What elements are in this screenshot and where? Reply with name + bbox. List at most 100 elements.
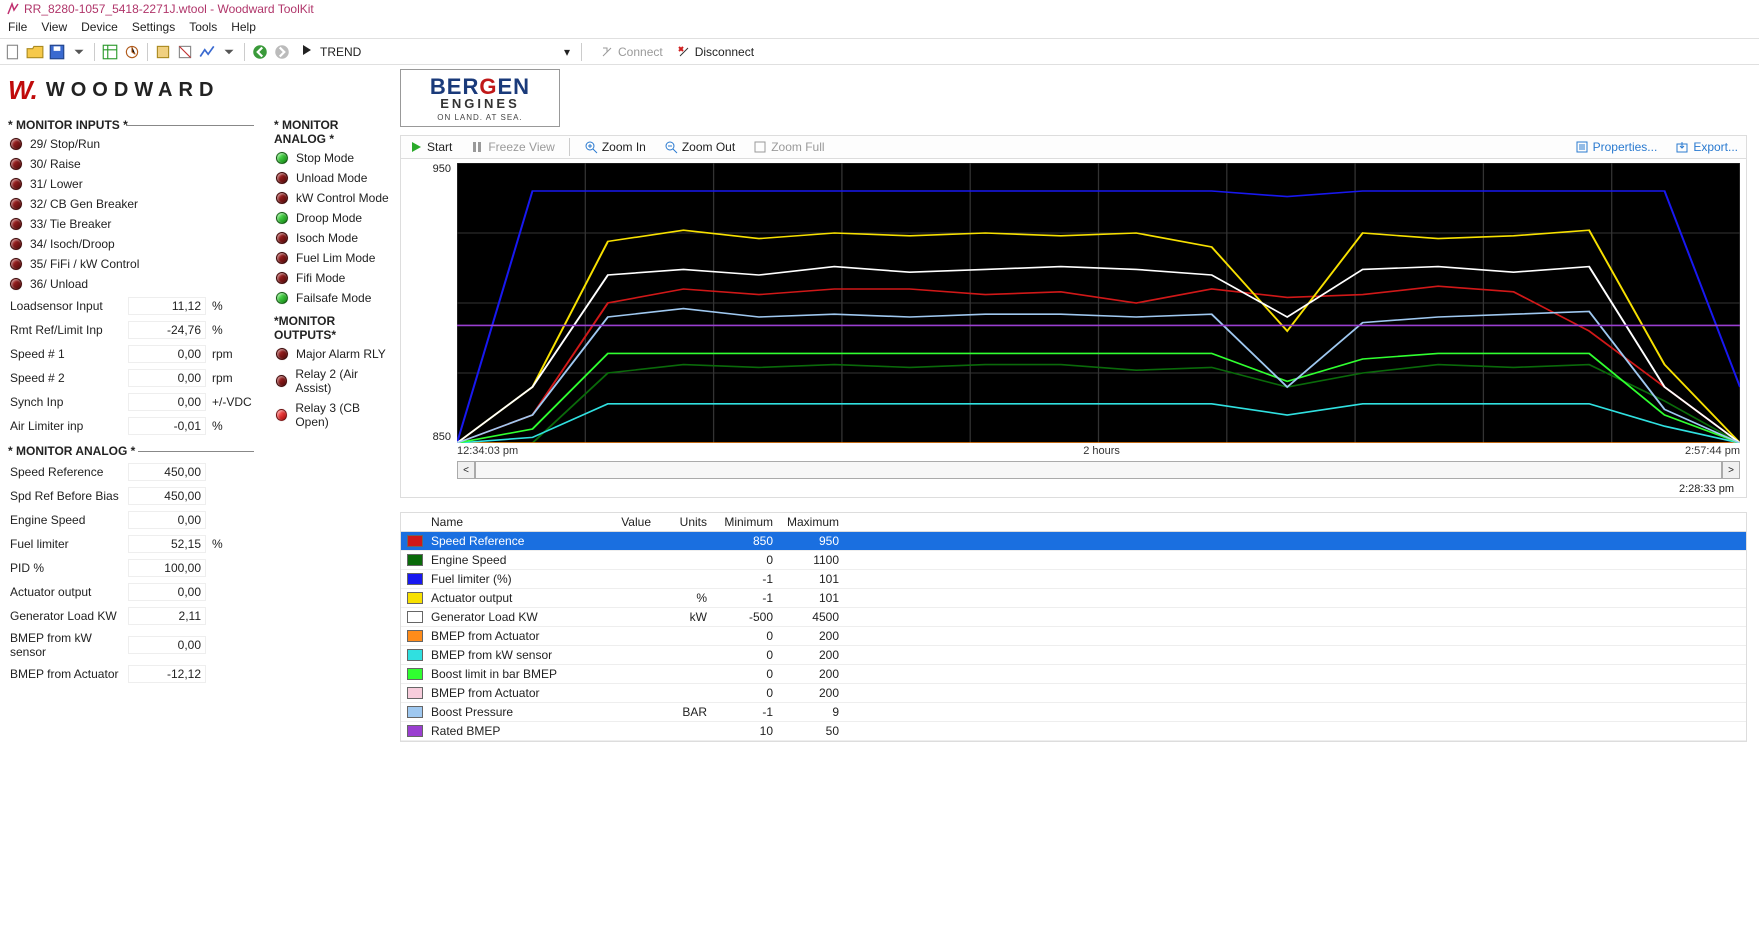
dropdown-icon: ▾ [564, 45, 570, 59]
menu-file[interactable]: File [8, 20, 27, 34]
legend-units [657, 653, 713, 657]
menu-view[interactable]: View [41, 20, 67, 34]
menu-settings[interactable]: Settings [132, 20, 175, 34]
monitor-input-label: 29/ Stop/Run [30, 137, 100, 151]
monitor-analog-status-label: Fifi Mode [296, 271, 345, 285]
legend-value [595, 653, 657, 657]
analog-value-row: Generator Load KW2,11 [8, 604, 254, 628]
tool-icon-6[interactable] [220, 43, 238, 61]
input-value-row: Speed # 20,00rpm [8, 366, 254, 390]
tool-icon-4[interactable] [176, 43, 194, 61]
col-min: Minimum [713, 513, 779, 531]
monitor-analog-status-label: kW Control Mode [296, 191, 389, 205]
legend-min: 0 [713, 646, 779, 664]
export-button[interactable]: Export... [1671, 138, 1742, 156]
legend-min: 850 [713, 532, 779, 550]
disconnect-label: Disconnect [695, 45, 754, 59]
input-value-row: Air Limiter inp-0,01% [8, 414, 254, 438]
legend-swatch [407, 706, 423, 718]
analog-value-label: Speed Reference [10, 465, 128, 479]
disconnect-icon [677, 45, 691, 59]
input-value-label: Synch Inp [10, 395, 128, 409]
legend-swatch [407, 535, 423, 547]
save-icon[interactable] [48, 43, 66, 61]
analog-value-value: 0,00 [128, 636, 206, 654]
chart-time-now: 2:28:33 pm [407, 483, 1740, 495]
legend-max: 200 [779, 646, 845, 664]
properties-button[interactable]: Properties... [1571, 138, 1662, 156]
tool-icon-2[interactable] [123, 43, 141, 61]
start-button[interactable]: Start [405, 138, 456, 156]
zoom-in-button[interactable]: Zoom In [580, 138, 650, 156]
status-led [276, 252, 288, 264]
zoom-full-button[interactable]: Zoom Full [749, 138, 828, 156]
new-icon[interactable] [4, 43, 22, 61]
monitor-analog-status-label: Stop Mode [296, 151, 354, 165]
chart-plot[interactable] [457, 163, 1740, 443]
input-value-unit: +/-VDC [212, 395, 252, 409]
legend-value [595, 558, 657, 562]
monitor-input-label: 36/ Unload [30, 277, 88, 291]
page-selector[interactable]: TREND ▾ [295, 41, 575, 62]
monitor-input-row: 31/ Lower [8, 174, 254, 194]
save-dropdown-icon[interactable] [70, 43, 88, 61]
monitor-analog-status-row: Stop Mode [274, 148, 392, 168]
input-value-label: Loadsensor Input [10, 299, 128, 313]
pause-icon [470, 140, 484, 154]
scroll-track[interactable] [475, 461, 1722, 479]
monitor-output-row: Major Alarm RLY [274, 344, 392, 364]
chart-panel: 950 850 12:34:03 pm 2 hours 2:57:44 pm < [400, 159, 1747, 498]
legend-row[interactable]: Generator Load KWkW-5004500 [401, 608, 1746, 627]
tool-icon-5[interactable] [198, 43, 216, 61]
window-title: RR_8280-1057_5418-2271J.wtool - Woodward… [24, 2, 314, 16]
legend-row[interactable]: Boost PressureBAR-19 [401, 703, 1746, 722]
monitor-output-label: Relay 2 (Air Assist) [295, 367, 390, 395]
legend-row[interactable]: Boost limit in bar BMEP0200 [401, 665, 1746, 684]
woodward-logo: W⁠. WOODWARD [8, 69, 392, 112]
zoom-out-button[interactable]: Zoom Out [660, 138, 739, 156]
connect-button[interactable]: Connect [596, 43, 667, 61]
scroll-left-button[interactable]: < [457, 461, 475, 479]
legend-row[interactable]: BMEP from Actuator0200 [401, 627, 1746, 646]
zoom-out-label: Zoom Out [682, 140, 735, 154]
legend-row[interactable]: Rated BMEP1050 [401, 722, 1746, 741]
legend-units: BAR [657, 703, 713, 721]
legend-row[interactable]: BMEP from kW sensor 0200 [401, 646, 1746, 665]
scroll-right-button[interactable]: > [1722, 461, 1740, 479]
legend-row[interactable]: BMEP from Actuator0200 [401, 684, 1746, 703]
disconnect-button[interactable]: Disconnect [673, 43, 758, 61]
analog-value-row: PID %100,00 [8, 556, 254, 580]
analog-value-value: 0,00 [128, 583, 206, 601]
legend-row[interactable]: Speed Reference850950 [401, 532, 1746, 551]
legend-value [595, 634, 657, 638]
back-icon[interactable] [251, 43, 269, 61]
legend-max: 200 [779, 665, 845, 683]
legend-row[interactable]: Fuel limiter (%)-1101 [401, 570, 1746, 589]
input-value-value: 0,00 [128, 345, 206, 363]
window-titlebar: RR_8280-1057_5418-2271J.wtool - Woodward… [0, 0, 1759, 18]
open-icon[interactable] [26, 43, 44, 61]
legend-row[interactable]: Actuator output%-1101 [401, 589, 1746, 608]
tool-icon-1[interactable] [101, 43, 119, 61]
menu-device[interactable]: Device [81, 20, 118, 34]
freeze-button[interactable]: Freeze View [466, 138, 558, 156]
monitor-analog-status-row: kW Control Mode [274, 188, 392, 208]
col-max: Maximum [779, 513, 845, 531]
legend-max: 50 [779, 722, 845, 740]
connect-icon [600, 45, 614, 59]
monitor-input-label: 35/ FiFi / kW Control [30, 257, 139, 271]
analog-value-value: 0,00 [128, 511, 206, 529]
menu-help[interactable]: Help [231, 20, 256, 34]
legend-name: BMEP from kW sensor [425, 646, 595, 664]
legend-units: kW [657, 608, 713, 626]
chart-scrollbar[interactable]: < > [407, 461, 1740, 479]
legend-name: BMEP from Actuator [425, 684, 595, 702]
legend-name: Engine Speed [425, 551, 595, 569]
status-led [10, 258, 22, 270]
legend-max: 101 [779, 570, 845, 588]
analog-value-label: Generator Load KW [10, 609, 128, 623]
legend-swatch [407, 554, 423, 566]
menu-tools[interactable]: Tools [189, 20, 217, 34]
tool-icon-3[interactable] [154, 43, 172, 61]
legend-row[interactable]: Engine Speed01100 [401, 551, 1746, 570]
